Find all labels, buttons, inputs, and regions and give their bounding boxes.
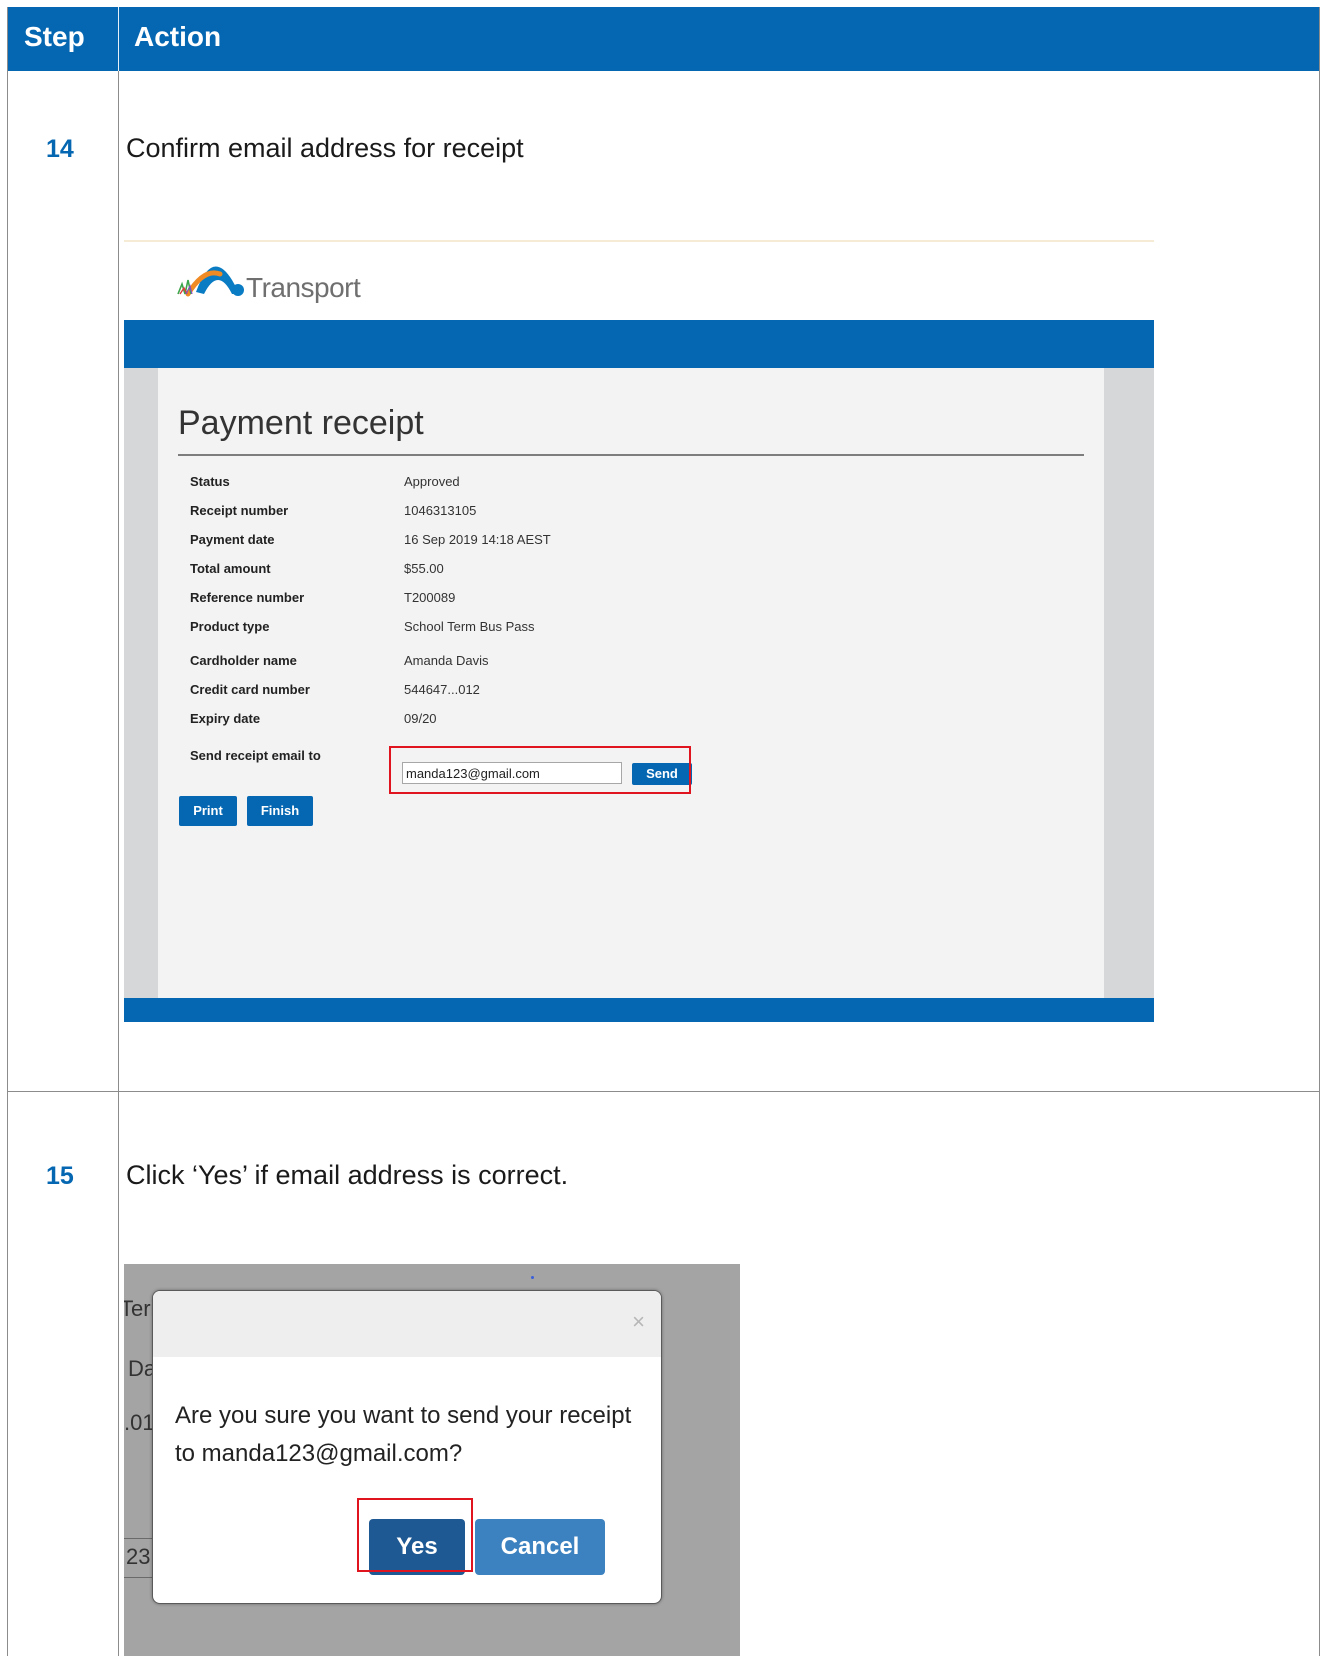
field-label-payment-date: Payment date bbox=[190, 532, 275, 547]
field-value-credit-card-number: 544647...012 bbox=[404, 682, 480, 697]
payment-receipt-screenshot: Transport Payment receipt Status Approve… bbox=[124, 240, 1154, 1022]
finish-button[interactable]: Finish bbox=[247, 796, 313, 826]
field-value-status: Approved bbox=[404, 474, 460, 489]
field-value-total-amount: $55.00 bbox=[404, 561, 444, 576]
field-label-expiry-date: Expiry date bbox=[190, 711, 261, 726]
dialog-header: × bbox=[153, 1291, 661, 1357]
receipt-panel: Payment receipt Status Approved Receipt … bbox=[158, 368, 1104, 998]
table-header: Step Action bbox=[8, 7, 1319, 71]
step-number-14: 14 bbox=[46, 135, 74, 163]
background-text-fragment: 23 bbox=[126, 1544, 151, 1569]
background-text-fragment: .01 bbox=[124, 1410, 155, 1435]
top-rule bbox=[124, 240, 1154, 242]
field-label-status: Status bbox=[190, 474, 230, 489]
transport-logo-icon bbox=[177, 266, 244, 297]
cursor-dot bbox=[531, 1276, 534, 1279]
background-text-fragment: Teri bbox=[124, 1296, 156, 1321]
row-separator bbox=[8, 1091, 1319, 1092]
title-divider bbox=[178, 454, 1084, 456]
header-band bbox=[124, 320, 1154, 368]
confirm-dialog-screenshot: Teri Da .01 23 × Are you sure you want t… bbox=[124, 1264, 740, 1656]
yes-highlight-box bbox=[357, 1498, 473, 1572]
print-button[interactable]: Print bbox=[179, 796, 237, 826]
column-divider bbox=[118, 71, 119, 1656]
field-label-total-amount: Total amount bbox=[190, 561, 271, 576]
field-label-reference-number: Reference number bbox=[190, 590, 305, 605]
field-value-reference-number: T200089 bbox=[404, 590, 456, 605]
page-title: Payment receipt bbox=[178, 404, 424, 442]
field-label-product-type: Product type bbox=[190, 619, 270, 634]
email-label: Send receipt email to bbox=[190, 748, 321, 763]
dialog-message: Are you sure you want to send your recei… bbox=[175, 1402, 632, 1467]
field-value-payment-date: 16 Sep 2019 14:18 AEST bbox=[404, 532, 551, 547]
close-icon[interactable]: × bbox=[632, 1309, 645, 1335]
transport-logo: Transport bbox=[174, 250, 404, 308]
cancel-button[interactable]: Cancel bbox=[475, 1519, 605, 1575]
step-14-instruction: Confirm email address for receipt bbox=[126, 133, 524, 163]
footer-band bbox=[124, 998, 1154, 1022]
field-label-receipt-number: Receipt number bbox=[190, 503, 289, 518]
field-label-cardholder-name: Cardholder name bbox=[190, 653, 297, 668]
step-number-15: 15 bbox=[46, 1162, 74, 1190]
field-value-expiry-date: 09/20 bbox=[404, 711, 437, 726]
header-action: Action bbox=[134, 21, 222, 52]
step-15-instruction: Click ‘Yes’ if email address is correct. bbox=[126, 1160, 569, 1190]
field-value-product-type: School Term Bus Pass bbox=[404, 619, 535, 634]
header-divider bbox=[118, 7, 119, 71]
logo-text: Transport bbox=[246, 272, 361, 303]
header-step: Step bbox=[24, 21, 85, 52]
field-value-receipt-number: 1046313105 bbox=[404, 503, 477, 518]
field-label-credit-card-number: Credit card number bbox=[190, 682, 310, 697]
field-value-cardholder-name: Amanda Davis bbox=[404, 653, 489, 668]
email-highlight-box bbox=[389, 746, 691, 794]
